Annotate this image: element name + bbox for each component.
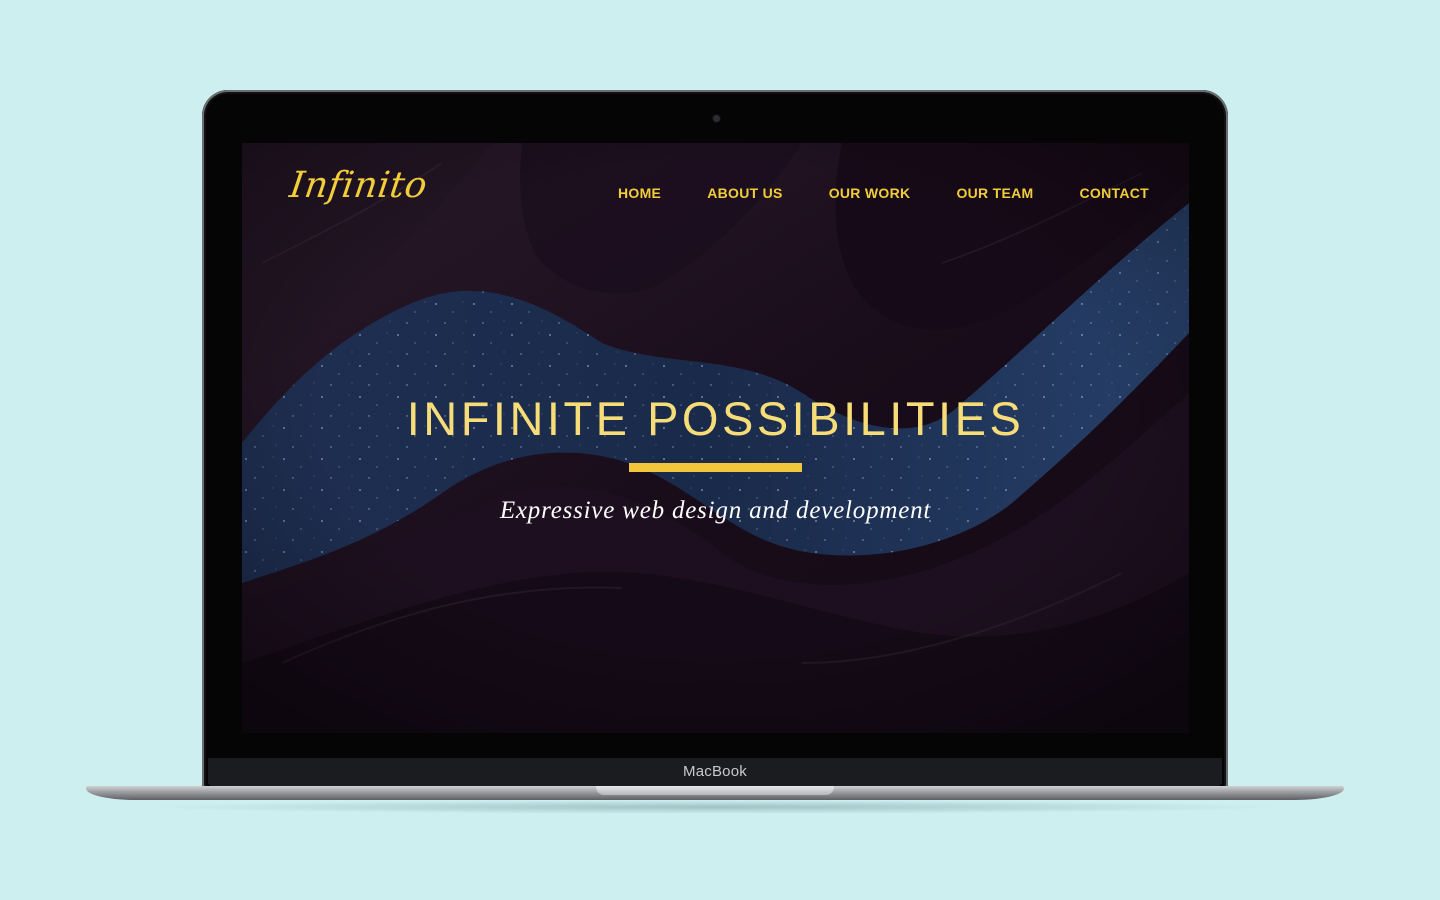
nav-contact[interactable]: CONTACT — [1080, 185, 1150, 201]
site-logo[interactable]: Infinito — [287, 165, 430, 206]
main-nav: HOME ABOUT US OUR WORK OUR TEAM CONTACT — [618, 185, 1149, 201]
device-label: MacBook — [683, 763, 747, 780]
laptop-chin: MacBook — [208, 758, 1222, 786]
nav-our-work[interactable]: OUR WORK — [829, 185, 911, 201]
laptop-base — [86, 786, 1344, 800]
hero-subtitle: Expressive web design and development — [499, 497, 932, 524]
nav-about-us[interactable]: ABOUT US — [707, 185, 783, 201]
nav-our-team[interactable]: OUR TEAM — [956, 185, 1033, 201]
camera-icon — [713, 115, 720, 122]
website-screen: Infinito HOME ABOUT US OUR WORK OUR TEAM… — [242, 143, 1189, 733]
backdrop: MacBook Infinito HOME ABOUT US OUR WORK … — [0, 0, 1440, 900]
laptop-shadow — [140, 800, 1290, 814]
laptop-notch — [596, 786, 834, 795]
nav-home[interactable]: HOME — [618, 185, 661, 201]
hero-title: INFINITE POSSIBILITIES — [406, 392, 1025, 445]
hero-divider — [629, 463, 802, 472]
